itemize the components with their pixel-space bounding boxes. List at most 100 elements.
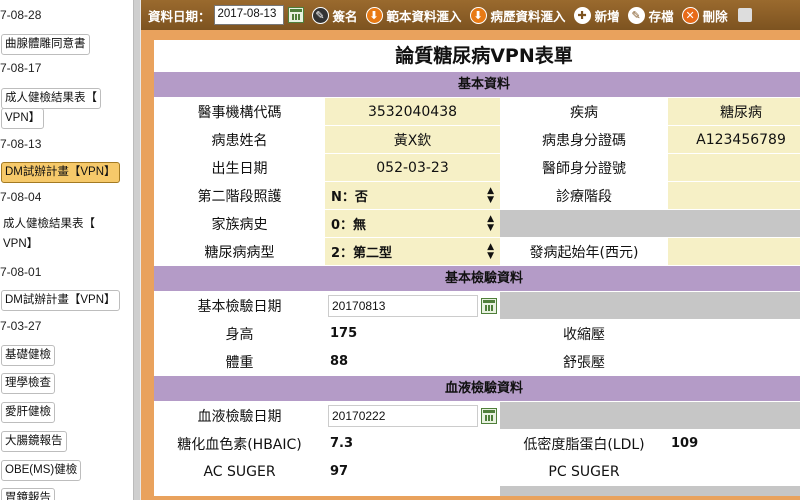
empty-cell <box>668 210 800 237</box>
weight-label: 體重 <box>154 348 325 375</box>
basic-exam-date-input[interactable]: 20170813 <box>328 294 478 317</box>
record-button[interactable]: DM試辦計畫【VPN】 <box>1 290 120 311</box>
save-button[interactable]: ✎ 存檔 <box>627 6 674 25</box>
empty-cell <box>668 486 800 496</box>
delete-button-label: 刪除 <box>702 8 728 24</box>
select-arrows-icon: ▲ ▼ <box>487 241 494 261</box>
section-header-basic: 基本資料 <box>154 72 800 98</box>
hba1c-label: 糖化血色素(HBAIC) <box>154 430 325 457</box>
delete-button[interactable]: ✕ 刪除 <box>681 6 728 25</box>
empty-cell <box>668 402 800 429</box>
empty-cell <box>500 402 668 429</box>
calendar-icon[interactable] <box>287 7 304 23</box>
dm-type-value: 2：第二型 <box>331 246 393 261</box>
basic-exam-date-field: 20170813 <box>325 292 500 319</box>
treatment-stage-value[interactable] <box>668 182 800 209</box>
sign-button[interactable]: ✎ 簽名 <box>311 6 358 25</box>
calendar-icon[interactable] <box>481 297 497 314</box>
history-import-button[interactable]: ⬇ 病歷資料滙入 <box>469 6 566 25</box>
record-button[interactable]: 大腸鏡報告 <box>1 431 67 452</box>
form-row: 基本檢驗日期 20170813 <box>154 292 800 320</box>
add-button[interactable]: ✚ 新增 <box>573 6 620 25</box>
pen-icon: ✎ <box>311 6 329 24</box>
record-date-label: 7-08-01 <box>0 265 42 279</box>
pane-splitter[interactable] <box>133 0 141 500</box>
phase2-care-select[interactable]: N：否 ▲ ▼ <box>325 182 500 209</box>
record-button[interactable]: 愛肝健檢 <box>1 402 55 423</box>
download-arrow-icon: ⬇ <box>469 6 487 24</box>
form-row: 醫事機構代碼 3532040438 疾病 糖尿病 <box>154 98 800 126</box>
record-date-label: 7-08-17 <box>0 61 42 75</box>
form-row: 病患姓名 黃X欽 病患身分證碼 A123456789 <box>154 126 800 154</box>
pc-sugar-input[interactable] <box>668 458 800 485</box>
calendar-icon[interactable] <box>481 407 497 424</box>
empty-cell <box>500 292 668 319</box>
record-date-label: 7-03-27 <box>0 319 42 333</box>
form-row: 第二階段照護 N：否 ▲ ▼ 診療階段 <box>154 182 800 210</box>
data-date-input[interactable]: 2017-08-13 <box>213 5 284 25</box>
select-arrows-icon: ▲ ▼ <box>487 213 494 233</box>
empty-cell <box>500 210 668 237</box>
family-history-label: 家族病史 <box>154 210 325 237</box>
blood-exam-date-label: 血液檢驗日期 <box>154 402 325 429</box>
family-history-select[interactable]: 0：無 ▲ ▼ <box>325 210 500 237</box>
cut-off-input[interactable] <box>325 486 500 496</box>
hba1c-input[interactable]: 7.3 <box>325 430 500 457</box>
height-input[interactable]: 175 <box>325 320 500 347</box>
record-button[interactable]: 胃鏡報告 <box>1 488 55 500</box>
phase2-care-label: 第二階段照護 <box>154 182 325 209</box>
ac-sugar-input[interactable]: 97 <box>325 458 500 485</box>
sample-import-button[interactable]: ⬇ 範本資料滙入 <box>365 6 462 25</box>
dm-vpn-form: 論質糖尿病VPN表單 基本資料 醫事機構代碼 3532040438 疾病 糖尿病… <box>154 40 800 496</box>
birth-date-label: 出生日期 <box>154 154 325 181</box>
patient-name-value: 黃X欽 <box>325 126 500 153</box>
form-row: AC SUGER 97 PC SUGER <box>154 458 800 486</box>
form-row: 血液檢驗日期 20170222 <box>154 402 800 430</box>
form-row: 糖尿病病型 2：第二型 ▲ ▼ 發病起始年(西元) <box>154 238 800 266</box>
data-date-label: 資料日期： <box>148 8 211 24</box>
record-button[interactable]: VPN】 <box>1 108 45 129</box>
diastolic-input[interactable] <box>668 348 800 375</box>
blood-exam-date-field: 20170222 <box>325 402 500 429</box>
patient-id-value: A123456789 <box>668 126 800 153</box>
record-button[interactable]: 成人健檢結果表【 <box>1 88 101 109</box>
pencil-icon: ✎ <box>627 6 645 24</box>
empty-cell <box>500 486 668 496</box>
printer-icon[interactable] <box>737 8 752 22</box>
record-button[interactable]: VPN】 <box>1 235 41 254</box>
record-date-label: 7-08-28 <box>0 8 42 22</box>
disease-value: 糖尿病 <box>668 98 800 125</box>
onset-year-label: 發病起始年(西元) <box>500 238 668 265</box>
diastolic-label: 舒張壓 <box>500 348 668 375</box>
blood-exam-date-input[interactable]: 20170222 <box>328 404 478 427</box>
save-button-label: 存檔 <box>648 8 674 24</box>
record-button[interactable]: DM試辦計畫【VPN】 <box>1 162 120 183</box>
sample-import-label: 範本資料滙入 <box>386 8 462 24</box>
form-row: 身高 175 收縮壓 <box>154 320 800 348</box>
onset-year-value[interactable] <box>668 238 800 265</box>
ldl-input[interactable]: 109 <box>668 430 800 457</box>
form-area: 論質糖尿病VPN表單 基本資料 醫事機構代碼 3532040438 疾病 糖尿病… <box>141 30 800 500</box>
record-button[interactable]: 曲腺體雕同意書 <box>1 34 90 55</box>
systolic-input[interactable] <box>668 320 800 347</box>
record-button[interactable]: 成人健檢結果表【 <box>1 215 98 234</box>
record-button[interactable]: OBE(MS)健檢 <box>1 460 82 481</box>
record-button[interactable]: 理學檢查 <box>1 373 55 394</box>
close-icon: ✕ <box>681 6 699 24</box>
app-window: 7-08-28 曲腺體雕同意書 7-08-17 成人健檢結果表【 VPN】 7-08-13… <box>0 0 800 500</box>
weight-input[interactable]: 88 <box>325 348 500 375</box>
section-header-blood: 血液檢驗資料 <box>154 376 800 402</box>
org-code-label: 醫事機構代碼 <box>154 98 325 125</box>
cut-off-cell <box>154 486 325 496</box>
doctor-id-value[interactable] <box>668 154 800 181</box>
disease-label: 疾病 <box>500 98 668 125</box>
record-date-label: 7-08-04 <box>0 190 42 204</box>
section-header-basic-exam: 基本檢驗資料 <box>154 266 800 292</box>
sign-button-label: 簽名 <box>332 8 358 24</box>
treatment-stage-label: 診療階段 <box>500 182 668 209</box>
record-button[interactable]: 基礎健檢 <box>1 345 55 366</box>
org-code-value: 3532040438 <box>325 98 500 125</box>
family-history-value: 0：無 <box>331 218 367 233</box>
history-import-label: 病歷資料滙入 <box>490 8 566 24</box>
dm-type-select[interactable]: 2：第二型 ▲ ▼ <box>325 238 500 265</box>
